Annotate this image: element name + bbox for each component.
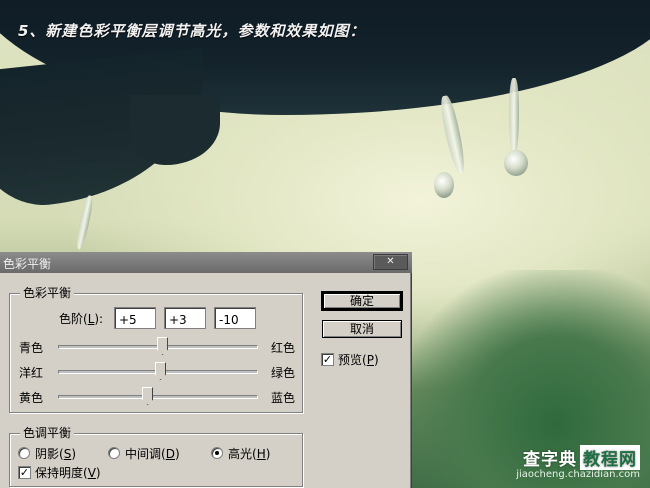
close-icon: ✕ (386, 256, 395, 267)
preview-checkbox[interactable]: ✓ (321, 353, 334, 366)
watermark-url: jiaocheng.chazidian.com (516, 469, 640, 480)
slider-cyan-label: 青色 (19, 341, 44, 355)
magenta-green-slider-thumb[interactable] (154, 362, 166, 380)
slider-green-label: 绿色 (271, 366, 296, 380)
cyan-red-level-input[interactable] (114, 307, 156, 329)
tone-balance-group: 色调平衡 阴影(S) 中间调(D) 高光(H) ✓ 保持明度(V) (9, 426, 303, 487)
highlights-radio[interactable] (211, 447, 223, 459)
slider-blue-label: 蓝色 (271, 391, 296, 405)
color-balance-group-title: 色彩平衡 (20, 286, 75, 300)
water-drip (509, 78, 519, 156)
preserve-luminosity-label[interactable]: 保持明度(V) (35, 466, 101, 480)
yellow-blue-level-input[interactable] (214, 307, 256, 329)
site-watermark: 查字典 教程网 jiaocheng.chazidian.com (516, 445, 640, 480)
color-balance-group: 色彩平衡 色阶(L): 青色 红色 洋红 绿色 黄色 蓝色 (9, 286, 303, 413)
roof-shadow (130, 95, 220, 165)
dialog-titlebar[interactable]: 色彩平衡 ✕ (0, 252, 412, 273)
radio-selected-dot (215, 451, 219, 455)
tone-balance-group-title: 色调平衡 (20, 426, 75, 440)
color-balance-dialog: 色彩平衡 ✕ 色彩平衡 色阶(L): 青色 红色 洋红 绿色 黄色 蓝色 色调平… (0, 252, 412, 488)
cancel-button[interactable]: 取消 (322, 320, 402, 338)
shadows-radio-label[interactable]: 阴影(S) (35, 447, 76, 461)
magenta-green-slider-track[interactable] (58, 362, 258, 380)
levels-label: 色阶(L): (59, 312, 104, 326)
tutorial-step-caption: 5、新建色彩平衡层调节高光，参数和效果如图： (18, 22, 366, 40)
slider-red-label: 红色 (271, 341, 296, 355)
midtones-radio-label[interactable]: 中间调(D) (125, 447, 180, 461)
cyan-red-slider-track[interactable] (58, 337, 258, 355)
water-drip (74, 194, 95, 251)
water-drop (434, 172, 454, 198)
slider-magenta-label: 洋红 (19, 366, 44, 380)
magenta-green-level-input[interactable] (164, 307, 206, 329)
preview-label[interactable]: 预览(P) (338, 353, 379, 367)
slider-yellow-label: 黄色 (19, 391, 44, 405)
ok-button[interactable]: 确定 (321, 291, 403, 311)
watermark-site-suffix: 教程网 (580, 445, 640, 470)
shadows-radio[interactable] (18, 447, 30, 459)
dialog-title: 色彩平衡 (3, 257, 52, 271)
yellow-blue-slider-track[interactable] (58, 387, 258, 405)
checkmark-icon: ✓ (19, 466, 30, 479)
close-button[interactable]: ✕ (373, 254, 408, 270)
water-drop (504, 150, 528, 176)
preserve-luminosity-checkbox[interactable]: ✓ (18, 466, 31, 479)
midtones-radio[interactable] (108, 447, 120, 459)
watermark-logo: 查字典 教程网 (516, 445, 640, 470)
highlights-radio-label[interactable]: 高光(H) (228, 447, 270, 461)
water-drip (437, 94, 469, 176)
yellow-blue-slider-thumb[interactable] (142, 387, 154, 405)
cyan-red-slider-thumb[interactable] (156, 337, 168, 355)
watermark-site-name: 查字典 (523, 450, 577, 470)
checkmark-icon: ✓ (322, 353, 333, 366)
